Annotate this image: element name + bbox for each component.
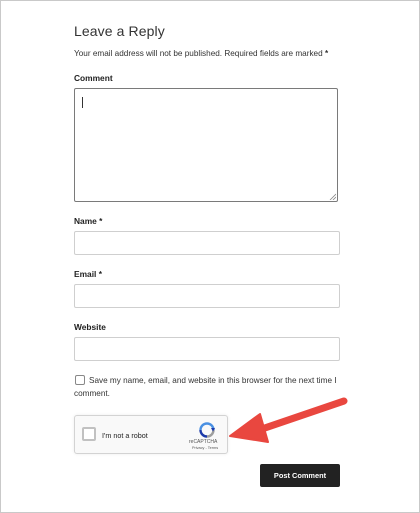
recaptcha-brand: reCAPTCHA [189,439,218,445]
comment-notes-text: Your email address will not be published… [74,49,323,58]
form-title: Leave a Reply [74,23,165,39]
comment-label: Comment [74,73,113,83]
website-label: Website [74,322,106,332]
required-mark: * [324,49,329,58]
email-field[interactable] [74,284,340,308]
resize-grip-icon[interactable] [329,193,336,200]
recaptcha-label: I'm not a robot [102,431,148,440]
comment-form-panel: Leave a Reply Your email address will no… [0,0,420,513]
email-label: Email * [74,269,102,279]
name-required-mark: * [99,216,103,226]
name-field[interactable] [74,231,340,255]
comment-textarea[interactable] [74,88,338,202]
text-caret [82,97,83,108]
name-label-text: Name [74,216,97,226]
recaptcha-privacy-terms[interactable]: Privacy - Terms [192,446,218,450]
red-arrow-annotation [229,397,348,443]
name-label: Name * [74,216,102,226]
recaptcha-logo-icon [199,422,215,438]
save-info-checkbox[interactable] [75,375,85,385]
save-info-label-line1: Save my name, email, and website in this… [89,376,337,385]
post-comment-button[interactable]: Post Comment [260,464,340,487]
recaptcha-widget: I'm not a robot reCAPTCHA Privacy - Term… [74,415,228,454]
email-label-text: Email [74,269,97,279]
email-required-mark: * [98,269,102,279]
recaptcha-checkbox[interactable] [82,427,96,441]
website-field[interactable] [74,337,340,361]
comment-notes: Your email address will not be published… [74,49,328,58]
